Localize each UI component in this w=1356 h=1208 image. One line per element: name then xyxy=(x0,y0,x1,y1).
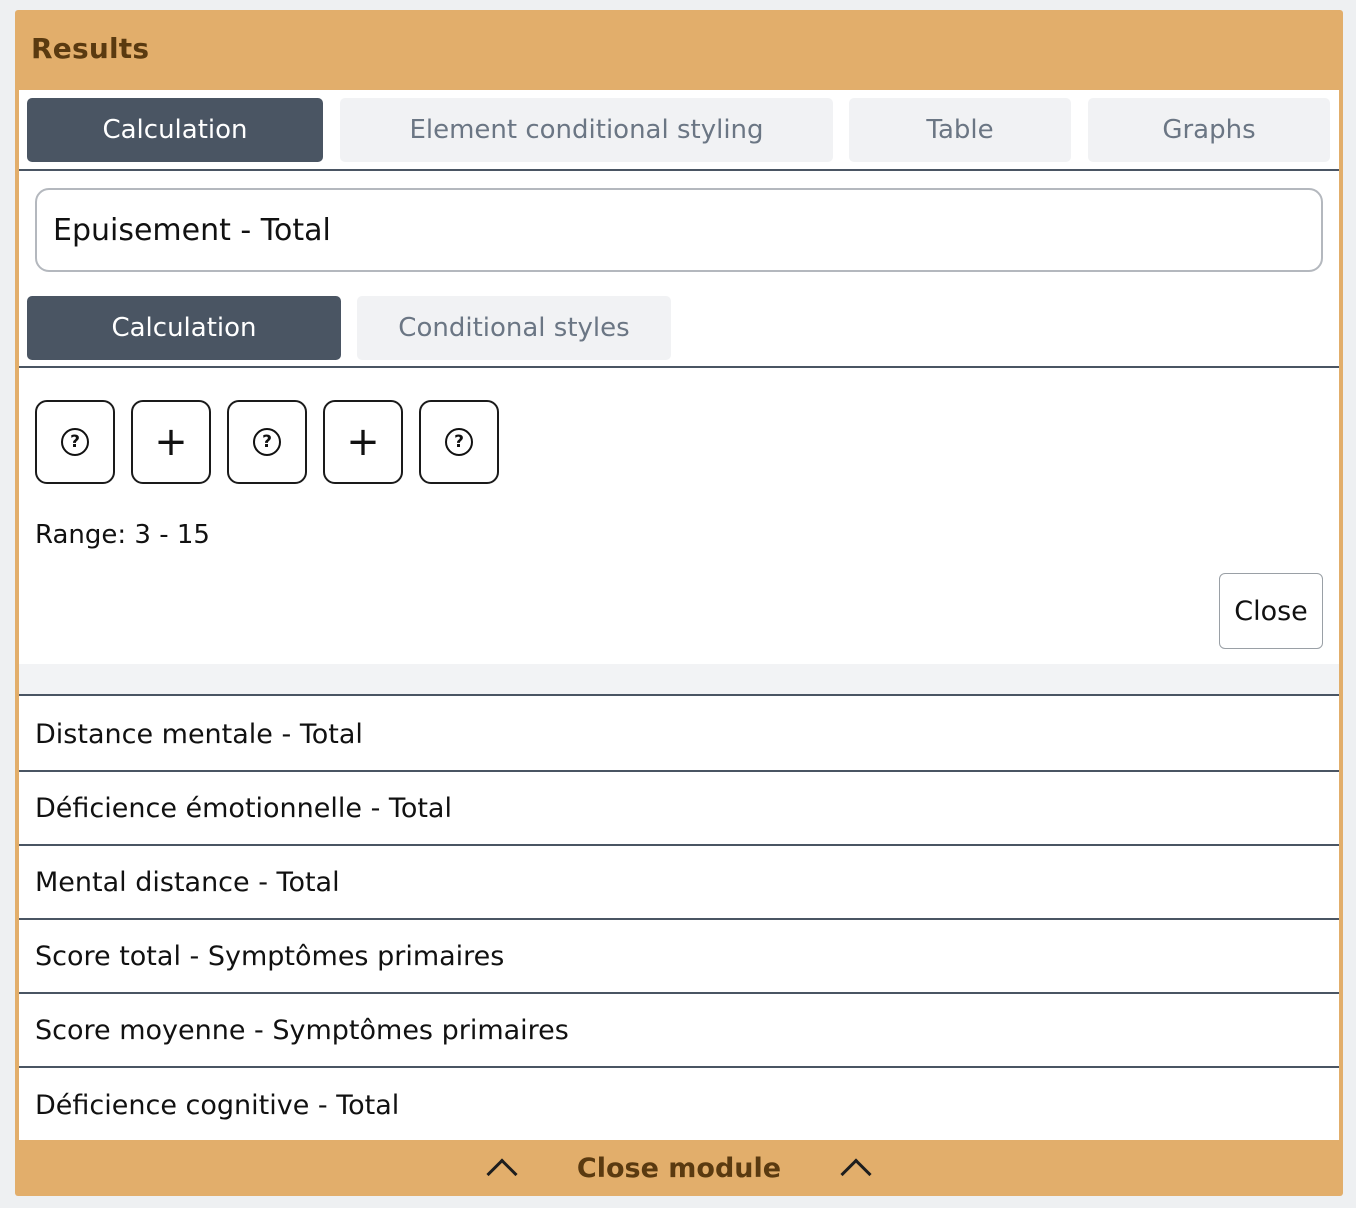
range-text: Range: 3 - 15 xyxy=(35,520,210,550)
question-circle-icon: ? xyxy=(445,428,473,456)
formula-token-variable[interactable]: ? xyxy=(419,400,499,484)
question-circle-icon: ? xyxy=(253,428,281,456)
formula-token-operator[interactable]: + xyxy=(131,400,211,484)
list-item[interactable]: Mental distance - Total xyxy=(19,846,1339,920)
list-item[interactable]: Score total - Symptômes primaires xyxy=(19,920,1339,994)
list-item[interactable]: Distance mentale - Total xyxy=(19,698,1339,772)
module-body: Calculation Element conditional styling … xyxy=(19,90,1339,1140)
close-module-bar[interactable]: Close module xyxy=(15,1140,1343,1196)
question-circle-icon: ? xyxy=(61,428,89,456)
section-divider xyxy=(19,664,1339,696)
formula-token-operator[interactable]: + xyxy=(323,400,403,484)
results-module: Results Calculation Element conditional … xyxy=(15,10,1343,1196)
tab-table[interactable]: Table xyxy=(849,98,1071,162)
plus-icon: + xyxy=(346,419,380,465)
tab-calculation[interactable]: Calculation xyxy=(27,98,323,162)
subtab-conditional-styles[interactable]: Conditional styles xyxy=(357,296,671,360)
list-item[interactable]: Déficience émotionnelle - Total xyxy=(19,772,1339,846)
plus-icon: + xyxy=(154,419,188,465)
list-item[interactable]: Score moyenne - Symptômes primaires xyxy=(19,994,1339,1068)
element-name-input[interactable] xyxy=(35,188,1323,272)
chevron-up-icon xyxy=(840,1158,872,1190)
tab-graphs[interactable]: Graphs xyxy=(1088,98,1330,162)
element-list: Distance mentale - Total Déficience émot… xyxy=(19,698,1339,1140)
tab-element-conditional-styling[interactable]: Element conditional styling xyxy=(340,98,833,162)
module-title: Results xyxy=(31,32,150,65)
close-button[interactable]: Close xyxy=(1219,573,1323,649)
subtab-calculation[interactable]: Calculation xyxy=(27,296,341,360)
close-module-label: Close module xyxy=(576,1152,782,1184)
formula-token-row: ? + ? + ? xyxy=(35,400,499,484)
main-tab-bar: Calculation Element conditional styling … xyxy=(19,90,1339,171)
formula-token-variable[interactable]: ? xyxy=(35,400,115,484)
sub-tab-bar: Calculation Conditional styles xyxy=(19,296,1339,368)
list-item[interactable]: Déficience cognitive - Total xyxy=(19,1068,1339,1140)
formula-token-variable[interactable]: ? xyxy=(227,400,307,484)
chevron-up-icon xyxy=(486,1158,518,1190)
